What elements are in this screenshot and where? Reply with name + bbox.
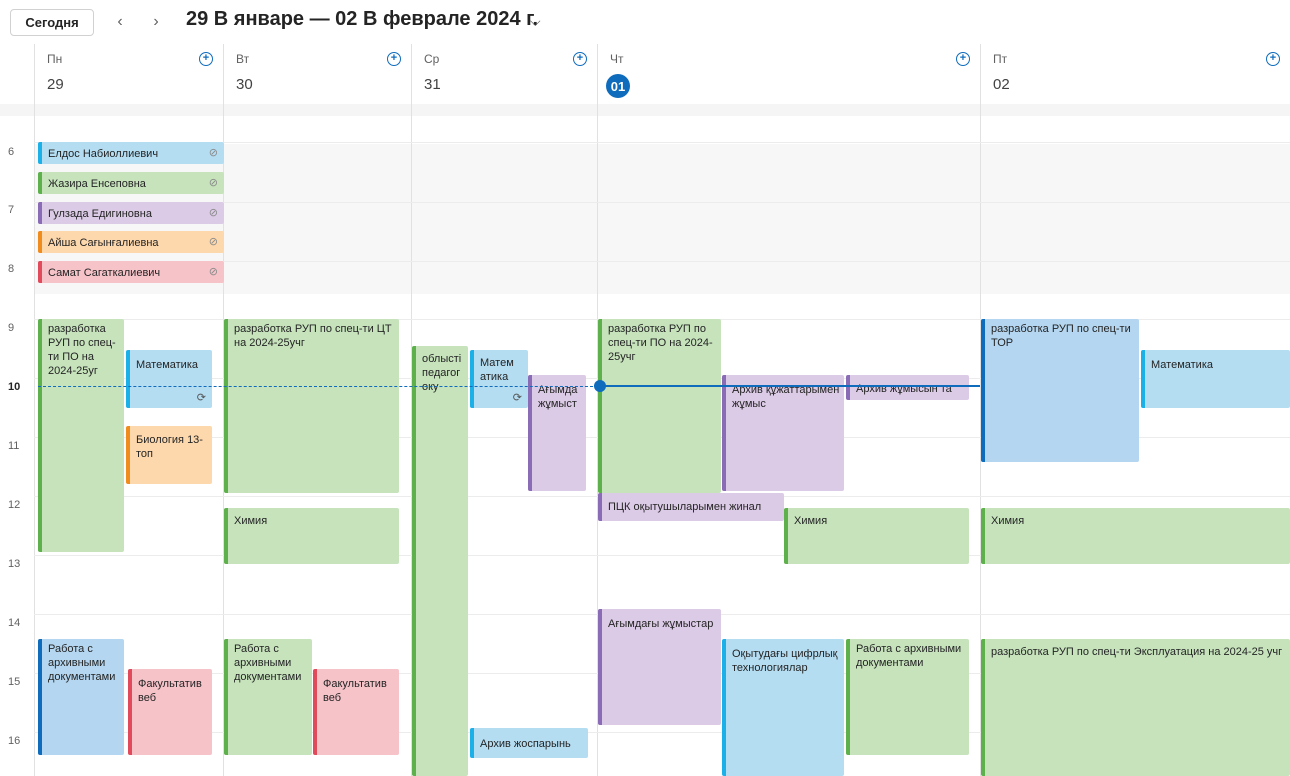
chevron-down-icon[interactable]: ⌵	[530, 13, 541, 30]
hour-label: 15	[8, 676, 21, 688]
day-name: Вт	[236, 52, 250, 66]
event-person[interactable]: Самат Сагаткалиевич ⊘	[38, 261, 224, 283]
bell-off-icon: ⊘	[208, 266, 218, 278]
event-card[interactable]: Химия	[784, 508, 969, 564]
calendar-grid: Пн 29 + Вт 30 + Ср 31 + Чт 01 + Пт 02 +	[0, 44, 1290, 776]
event-card[interactable]: разработка РУП по спец-ти ПО на 2024-25у…	[38, 319, 124, 552]
hour-label: 12	[8, 499, 21, 511]
event-card[interactable]: Архив жоспарынь	[470, 728, 588, 758]
event-card[interactable]: Оқытудағы цифрлық технологиялар	[722, 639, 844, 776]
event-card[interactable]: Архив жұмысын та	[846, 375, 969, 400]
repeat-icon: ⟳	[196, 392, 206, 404]
event-card[interactable]: Математика	[1141, 350, 1290, 408]
hour-label: 16	[8, 735, 21, 747]
event-card[interactable]: разработка РУП по спец-ти ТОР	[981, 319, 1139, 462]
date-range-title[interactable]: 29 В январе — 02 В феврале 2024 г.	[186, 8, 538, 31]
hour-label: 13	[8, 558, 21, 570]
event-card[interactable]: Работа с архивными документами	[846, 639, 969, 755]
day-number: 30	[236, 76, 253, 93]
hour-label: 8	[8, 263, 15, 275]
event-person[interactable]: Айша Сағынғалиевна ⊘	[38, 231, 224, 253]
event-card[interactable]: разработка РУП по спец-ти ЦТ на 2024-25у…	[224, 319, 399, 493]
day-name: Ср	[424, 52, 440, 66]
day-name: Пн	[47, 52, 63, 66]
event-card[interactable]: Ағымдағы жұмыстар	[598, 609, 721, 725]
day-header-thursday[interactable]: Чт 01 +	[597, 44, 980, 104]
day-header-tuesday[interactable]: Вт 30 +	[223, 44, 411, 104]
next-week-icon[interactable]: ›	[146, 10, 166, 34]
calendar-toolbar: Сегодня ‹ › 29 В январе — 02 В феврале 2…	[0, 0, 1290, 44]
event-card[interactable]: Биология 13-топ	[126, 426, 212, 484]
current-time-line-today	[600, 385, 980, 387]
event-card[interactable]: Химия	[981, 508, 1290, 564]
day-number: 02	[993, 76, 1010, 93]
repeat-icon: ⟳	[512, 392, 522, 404]
event-title: Матем атика	[480, 357, 514, 383]
event-card[interactable]: разработка РУП по спец-ти Эксплуатация н…	[981, 639, 1290, 776]
day-number: 29	[47, 76, 64, 93]
event-card[interactable]: Архив құжаттарымен жұмыс	[722, 375, 844, 491]
event-card[interactable]: Матем атика ⟳	[470, 350, 528, 408]
event-card[interactable]: Работа с архивными документами	[38, 639, 124, 755]
day-header-monday[interactable]: Пн 29 +	[34, 44, 223, 104]
hour-label: 6	[8, 146, 15, 158]
time-grid: 6 7 8 9 10 11 12 13 14 15 16 Елдос Набио…	[0, 104, 1290, 776]
event-person[interactable]: Елдос Набиоллиевич ⊘	[38, 142, 224, 164]
add-event-icon[interactable]: +	[1266, 52, 1280, 66]
event-card[interactable]: Химия	[224, 508, 399, 564]
hour-label: 11	[8, 440, 20, 452]
hour-label: 7	[8, 204, 15, 216]
event-card[interactable]: Факультатив веб	[313, 669, 399, 755]
event-title: Математика	[136, 359, 198, 371]
event-person[interactable]: Жазира Енсеповна ⊘	[38, 172, 224, 194]
event-title: Жазира Енсеповна	[48, 178, 146, 190]
hour-label: 9	[8, 322, 15, 334]
event-title: Гулзада Едигиновна	[48, 208, 152, 220]
hour-label-current: 10	[8, 381, 21, 393]
day-header-wednesday[interactable]: Ср 31 +	[411, 44, 597, 104]
event-card[interactable]: разработка РУП по спец-ти ПО на 2024-25у…	[598, 319, 721, 493]
day-header-friday[interactable]: Пт 02 +	[980, 44, 1290, 104]
bell-off-icon: ⊘	[208, 177, 218, 189]
day-name: Чт	[610, 52, 624, 66]
bell-off-icon: ⊘	[208, 236, 218, 248]
current-time-line	[38, 386, 598, 387]
event-card[interactable]: ПЦК оқытушыларымен жинал	[598, 493, 784, 521]
bell-off-icon: ⊘	[208, 147, 218, 159]
today-button[interactable]: Сегодня	[10, 9, 94, 36]
event-title: Елдос Набиоллиевич	[48, 148, 159, 160]
day-number-today: 01	[606, 74, 630, 98]
add-event-icon[interactable]: +	[199, 52, 213, 66]
event-title: Самат Сагаткалиевич	[48, 267, 161, 279]
event-card[interactable]: Работа с архивными документами	[224, 639, 312, 755]
event-title: Айша Сағынғалиевна	[48, 237, 159, 249]
add-event-icon[interactable]: +	[573, 52, 587, 66]
event-card[interactable]: Ағымда жұмыст	[528, 375, 586, 491]
current-time-dot	[594, 380, 606, 392]
event-person[interactable]: Гулзада Едигиновна ⊘	[38, 202, 224, 224]
add-event-icon[interactable]: +	[387, 52, 401, 66]
add-event-icon[interactable]: +	[956, 52, 970, 66]
event-card[interactable]: Математика ⟳	[126, 350, 212, 408]
event-card[interactable]: Факультатив веб	[128, 669, 212, 755]
hour-label: 14	[8, 617, 21, 629]
event-card[interactable]: облысті педагог оку	[412, 346, 468, 776]
day-name: Пт	[993, 52, 1008, 66]
previous-week-icon[interactable]: ‹	[110, 10, 130, 34]
day-number: 31	[424, 76, 441, 93]
bell-off-icon: ⊘	[208, 207, 218, 219]
